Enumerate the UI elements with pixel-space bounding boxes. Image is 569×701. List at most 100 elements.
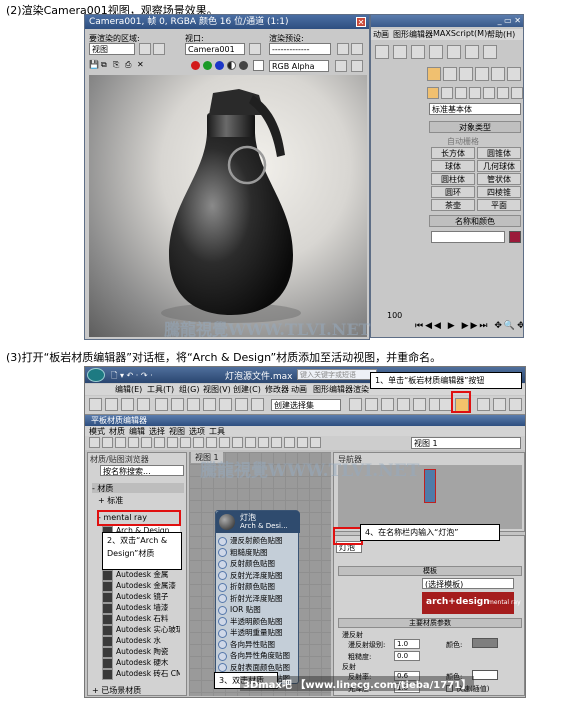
slot-socket-icon[interactable] xyxy=(218,628,227,638)
modify-tab-icon[interactable] xyxy=(443,67,457,81)
slate-tool-icon[interactable] xyxy=(154,437,165,448)
toolbar-tool-icon[interactable] xyxy=(219,398,232,411)
slot-socket-icon[interactable] xyxy=(218,536,227,546)
slate-tool-icon[interactable] xyxy=(206,437,217,448)
slate-tool-icon[interactable] xyxy=(284,437,295,448)
toolbar-tool-icon[interactable] xyxy=(187,398,200,411)
alpha-channel-icon[interactable] xyxy=(227,61,236,70)
display-tab-icon[interactable] xyxy=(491,67,505,81)
browser-search-input[interactable]: 按名称搜索... xyxy=(100,465,184,476)
slot-socket-icon[interactable] xyxy=(218,605,227,615)
slot-socket-icon[interactable] xyxy=(218,640,227,649)
print-icon[interactable]: ⎙ xyxy=(125,60,131,70)
display-alpha-icon[interactable] xyxy=(351,60,363,72)
toolbar-tool-icon[interactable] xyxy=(349,398,362,411)
node-input-slot[interactable]: 漫反射颜色贴图 xyxy=(218,535,306,546)
primitive-button[interactable]: 长方体 xyxy=(431,147,475,159)
view-select[interactable]: 视图 1 xyxy=(411,437,521,449)
lock-viewport-icon[interactable] xyxy=(249,43,261,55)
quick-access-icons[interactable]: 🗋 ▾ ↶ · ↷ · xyxy=(111,370,153,384)
node-input-slot[interactable]: 折射光泽度贴图 xyxy=(218,593,306,604)
menu-graph-editors-b[interactable]: 图形编辑器 xyxy=(313,384,353,395)
slate-tool-icon[interactable] xyxy=(310,437,321,448)
toolbar-tool-icon[interactable] xyxy=(121,398,134,411)
blue-channel-icon[interactable] xyxy=(215,61,224,70)
primitive-button[interactable]: 圆环 xyxy=(431,186,475,198)
node-input-slot[interactable]: 反射颜色贴图 xyxy=(218,558,306,569)
render-icon[interactable] xyxy=(447,45,461,59)
roughness-input[interactable]: 0.0 xyxy=(394,651,420,661)
menu-tools[interactable]: 工具(T) xyxy=(147,384,174,395)
menu-rendering[interactable]: 渲染 xyxy=(353,384,369,395)
primitive-button[interactable]: 圆锥体 xyxy=(477,147,521,159)
node-input-slot[interactable]: IOR 贴图 xyxy=(218,604,306,615)
lights-icon[interactable] xyxy=(455,87,467,99)
environment-icon[interactable] xyxy=(483,45,497,59)
autogrid-checkbox[interactable]: 自动栅格 xyxy=(447,136,479,147)
primitive-button[interactable]: 几何球体 xyxy=(477,160,521,172)
toolbar-tool-icon[interactable] xyxy=(493,398,506,411)
utilities-tab-icon[interactable] xyxy=(507,67,521,81)
slate-tool-icon[interactable] xyxy=(193,437,204,448)
toolbar-tool-icon[interactable] xyxy=(137,398,150,411)
template-rollout[interactable]: 模板 xyxy=(338,566,522,576)
object-category-select[interactable]: 标准基本体 xyxy=(429,103,521,115)
selection-set-select[interactable]: 创建选择集 xyxy=(271,399,341,411)
viewport-select[interactable]: Camera001 xyxy=(185,43,245,55)
toolbar-tool-icon[interactable] xyxy=(365,398,378,411)
standard-group[interactable]: + 标准 xyxy=(98,495,123,506)
menu-maxscript[interactable]: MAXScript(M) xyxy=(433,29,487,38)
slate-tool-icon[interactable] xyxy=(128,437,139,448)
menu-animation-b[interactable]: 动画 xyxy=(291,384,307,395)
slot-socket-icon[interactable] xyxy=(218,663,227,672)
menu-animation[interactable]: 动画 xyxy=(373,29,389,40)
reflection-color-swatch[interactable] xyxy=(472,670,498,680)
menu-views[interactable]: 视图(V) xyxy=(203,384,231,395)
green-channel-icon[interactable] xyxy=(203,61,212,70)
toolbar-tool-icon[interactable] xyxy=(413,398,426,411)
slate-tool-icon[interactable] xyxy=(180,437,191,448)
max-logo-icon[interactable] xyxy=(87,368,105,382)
schematic-icon[interactable] xyxy=(393,45,407,59)
toolbar-tool-icon[interactable] xyxy=(381,398,394,411)
slot-socket-icon[interactable] xyxy=(218,594,227,603)
geometry-icon[interactable] xyxy=(427,87,439,99)
render-setup-icon[interactable] xyxy=(411,45,425,59)
node-input-slot[interactable]: 反射表面颜色贴图 xyxy=(218,662,306,673)
slot-socket-icon[interactable] xyxy=(218,582,227,592)
toolbar-tool-icon[interactable] xyxy=(89,398,102,411)
swatch-icon[interactable] xyxy=(253,60,264,71)
active-view[interactable]: 视图 1 灯泡 Arch & Desi... 漫反射颜色贴图 粗糙度贴图 反射颜色贴… xyxy=(189,452,331,696)
shapes-icon[interactable] xyxy=(441,87,453,99)
object-color-swatch[interactable] xyxy=(509,231,521,243)
spacewarps-icon[interactable] xyxy=(497,87,509,99)
primitive-button[interactable]: 管状体 xyxy=(477,173,521,185)
node-input-slot[interactable]: 半透明重量贴图 xyxy=(218,627,306,638)
render-preset-select[interactable]: ------------- xyxy=(269,43,331,55)
node-input-slot[interactable]: 折射颜色贴图 xyxy=(218,581,306,592)
node-input-slot[interactable]: 反射光泽度贴图 xyxy=(218,570,306,581)
slot-socket-icon[interactable] xyxy=(218,548,227,557)
edit-region-icon[interactable] xyxy=(139,43,151,55)
toolbar-tool-icon[interactable] xyxy=(477,398,490,411)
slate-tool-icon[interactable] xyxy=(219,437,230,448)
menu-group[interactable]: 组(G) xyxy=(179,384,199,395)
render-area-select[interactable]: 视图 xyxy=(89,43,135,55)
window-controls[interactable]: _ ▭ ✕ xyxy=(498,16,521,25)
cameras-icon[interactable] xyxy=(469,87,481,99)
display-toggle-icon[interactable] xyxy=(335,60,347,72)
motion-tab-icon[interactable] xyxy=(475,67,489,81)
menu-edit[interactable]: 编辑(E) xyxy=(115,384,142,395)
auto-region-icon[interactable] xyxy=(153,43,165,55)
node-input-slot[interactable]: 各向异性角度贴图 xyxy=(218,650,306,661)
primitive-button[interactable]: 四棱锥 xyxy=(477,186,521,198)
red-channel-icon[interactable] xyxy=(191,61,200,70)
save-image-icon[interactable]: 💾 xyxy=(89,60,99,69)
main-params-rollout[interactable]: 主要材质参数 xyxy=(338,618,522,628)
helpers-icon[interactable] xyxy=(483,87,495,99)
toolbar-tool-icon[interactable] xyxy=(203,398,216,411)
toolbar-tool-icon[interactable] xyxy=(155,398,168,411)
name-color-rollout[interactable]: 名称和颜色 xyxy=(429,215,521,227)
slot-socket-icon[interactable] xyxy=(218,559,227,569)
clone-frame-icon[interactable]: ⎘ xyxy=(113,60,119,70)
